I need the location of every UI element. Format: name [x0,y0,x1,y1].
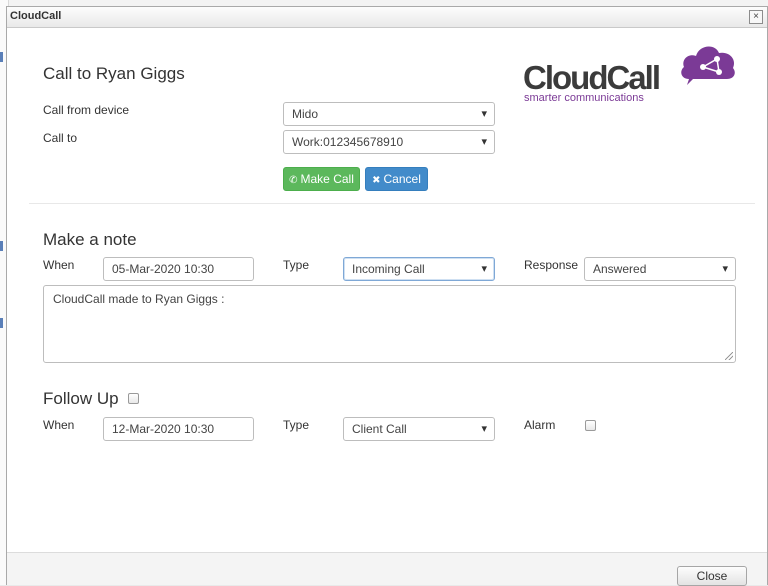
note-type-select[interactable]: Incoming Call [343,257,495,281]
device-label: Call from device [43,103,130,117]
resize-handle[interactable] [725,352,733,360]
make-call-label: Make Call [300,172,354,186]
cancel-label: Cancel [383,172,421,186]
response-select[interactable]: Answered [584,257,736,281]
note-when-label: When [43,258,75,272]
note-type-label: Type [283,258,310,272]
followup-when-label: When [43,418,75,432]
note-textarea[interactable]: CloudCall made to Ryan Giggs : [43,285,736,363]
response-value: Answered [593,262,647,276]
device-select[interactable]: Mido [283,102,495,126]
call-heading: Call to Ryan Giggs [43,64,185,83]
phone-icon: ✆ [289,175,298,186]
window-title: CloudCall [10,10,62,22]
dialog-footer: Close [7,552,767,586]
followup-type-select[interactable]: Client Call [343,417,495,441]
dialog-content: CloudCall smarter communications Call to… [7,28,767,548]
background-marker [0,241,3,251]
device-value: Mido [292,107,319,121]
followup-when-value: 12-Mar-2020 10:30 [112,422,215,436]
note-heading: Make a note [43,230,137,249]
followup-type-value: Client Call [352,422,407,436]
make-call-button[interactable]: ✆ Make Call [283,167,360,191]
cancel-button[interactable]: ✖ Cancel [365,167,428,191]
note-text: CloudCall made to Ryan Giggs : [53,292,225,306]
cloudcall-dialog: CloudCall × CloudCall smarter communicat… [6,6,768,586]
background-marker [0,52,3,62]
alarm-checkbox[interactable] [585,420,596,431]
close-button[interactable]: Close [677,566,747,586]
followup-when-input[interactable]: 12-Mar-2020 10:30 [103,417,254,441]
background-marker [0,318,3,328]
alarm-label: Alarm [524,418,556,432]
close-icon: ✖ [372,175,381,186]
callto-select[interactable]: Work:012345678910 [283,130,495,154]
followup-heading: Follow Up [43,389,119,408]
note-type-value: Incoming Call [352,262,425,276]
response-label: Response [524,258,579,272]
close-icon[interactable]: × [749,10,763,24]
note-when-input[interactable]: 05-Mar-2020 10:30 [103,257,254,281]
cloud-logo-icon [681,46,735,85]
followup-checkbox[interactable] [128,393,139,404]
logo-tagline: smarter communications [524,92,644,104]
titlebar: CloudCall × [7,7,767,28]
followup-type-label: Type [283,418,310,432]
callto-label: Call to [43,131,78,145]
note-when-value: 05-Mar-2020 10:30 [112,262,215,276]
section-divider [29,203,755,204]
callto-value: Work:012345678910 [292,135,404,149]
